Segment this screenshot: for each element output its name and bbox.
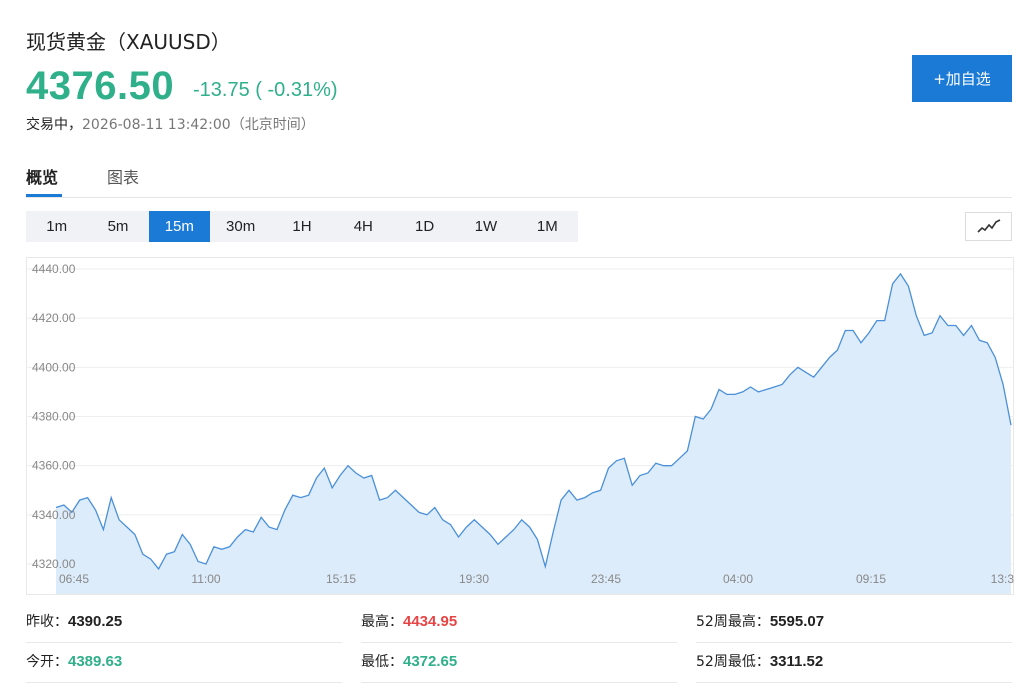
instrument-title: 现货黄金（XAUUSD） — [26, 30, 231, 54]
period-1mo[interactable]: 1M — [517, 211, 578, 242]
period-1h[interactable]: 1H — [271, 211, 332, 242]
divider — [696, 682, 1012, 683]
stat-52w-low: 52周最低：3311.52 — [696, 651, 823, 671]
stat-low: 最低：4372.65 — [361, 651, 457, 671]
stat-value: 4389.63 — [68, 653, 123, 670]
stat-label: 今开： — [26, 654, 68, 670]
stat-value: 4434.95 — [403, 613, 458, 630]
stats-row-2: 今开：4389.63 最低：4372.65 52周最低：3311.52 — [26, 643, 1012, 683]
x-tick-label: 23:45 — [591, 572, 621, 586]
divider — [26, 682, 342, 683]
period-30m[interactable]: 30m — [210, 211, 271, 242]
y-tick-label: 4360.00 — [32, 459, 76, 473]
divider — [361, 682, 677, 683]
line-chart-icon — [976, 218, 1000, 233]
x-tick-label: 11:00 — [191, 572, 220, 586]
period-1d[interactable]: 1D — [394, 211, 455, 242]
period-selector: 1m 5m 15m 30m 1H 4H 1D 1W 1M — [26, 211, 578, 242]
period-5m[interactable]: 5m — [87, 211, 148, 242]
stat-open: 今开：4389.63 — [26, 651, 122, 671]
period-4h[interactable]: 4H — [333, 211, 394, 242]
stat-label: 最高： — [361, 614, 403, 630]
tab-overview[interactable]: 概览 — [26, 164, 58, 188]
active-tab-underline — [26, 194, 62, 197]
last-price: 4376.50 — [26, 64, 175, 108]
stat-value: 4390.25 — [68, 613, 123, 630]
y-tick-label: 4400.00 — [32, 360, 76, 374]
x-tick-label: 19:30 — [459, 572, 489, 586]
status-time: 2026-08-11 13:42:00（北京时间） — [82, 117, 315, 133]
stat-label: 52周最高： — [696, 614, 770, 630]
period-1w[interactable]: 1W — [455, 211, 516, 242]
y-tick-label: 4380.00 — [32, 410, 76, 424]
price-chart-svg: 4320.00 4340.00 4360.00 4380.00 4400.00 4420.… — [26, 257, 1014, 595]
x-tick-label: 15:15 — [326, 572, 356, 586]
stats-row-1: 昨收：4390.25 最高：4434.95 52周最高：5595.07 — [26, 603, 1012, 643]
y-tick-label: 4320.00 — [32, 557, 76, 571]
price-chart[interactable]: 4320.00 4340.00 4360.00 4380.00 4400.00 4420.… — [26, 257, 1014, 595]
stat-value: 4372.65 — [403, 653, 458, 670]
y-tick-label: 4340.00 — [32, 508, 76, 522]
x-tick-label: 13:3 — [991, 572, 1014, 586]
stat-value: 5595.07 — [769, 613, 825, 630]
tab-chart[interactable]: 图表 — [107, 164, 139, 188]
add-watchlist-button[interactable]: +加自选 — [912, 55, 1012, 102]
stat-label: 最低： — [361, 654, 403, 670]
stat-label: 昨收： — [26, 614, 68, 630]
stat-high: 最高：4434.95 — [361, 611, 457, 631]
price-change: -13.75 ( -0.31%) — [193, 79, 338, 101]
chart-type-toggle[interactable] — [965, 212, 1012, 241]
x-tick-label: 09:15 — [856, 572, 886, 586]
y-tick-label: 4420.00 — [32, 311, 76, 325]
x-tick-label: 06:45 — [59, 572, 89, 586]
trading-status: 交易中，2026-08-11 13:42:00（北京时间） — [26, 114, 315, 134]
period-1m[interactable]: 1m — [26, 211, 87, 242]
stat-prev-close: 昨收：4390.25 — [26, 611, 122, 631]
stat-52w-high: 52周最高：5595.07 — [696, 611, 824, 631]
tab-bar: 概览 图表 — [26, 160, 1012, 198]
stat-label: 52周最低： — [696, 654, 770, 670]
stat-value: 3311.52 — [769, 653, 824, 670]
x-tick-label: 04:00 — [723, 572, 753, 586]
period-15m[interactable]: 15m — [148, 211, 210, 242]
y-tick-label: 4440.00 — [32, 262, 76, 276]
status-label: 交易中， — [26, 117, 82, 133]
